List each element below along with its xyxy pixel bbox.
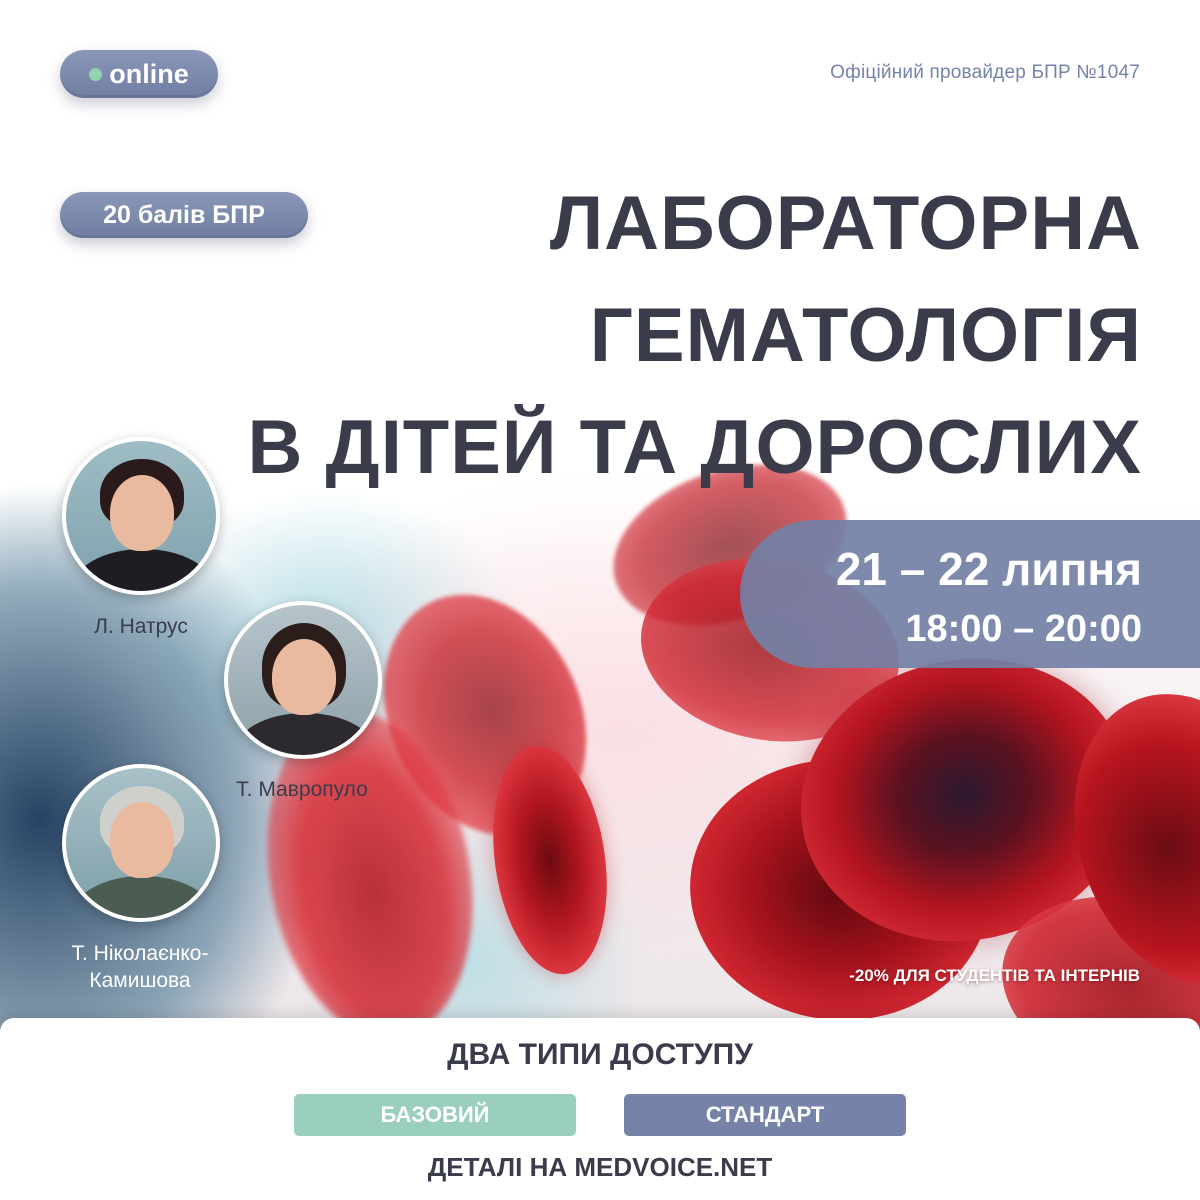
page-title: ЛАБОРАТОРНА ГЕМАТОЛОГІЯ В ДІТЕЙ ТА ДОРОС… <box>248 168 1142 504</box>
event-dates: 21 – 22 липня <box>835 543 1142 595</box>
title-line-1: ЛАБОРАТОРНА <box>549 181 1142 266</box>
speaker-avatar-3 <box>62 764 220 922</box>
points-badge-label: 20 балів БПР <box>103 200 265 229</box>
provider-text: Офіційний провайдер БПР №1047 <box>830 62 1140 83</box>
title-line-3: В ДІТЕЙ ТА ДОРОСЛИХ <box>247 405 1142 490</box>
speaker-name-3: Т. Ніколаєнко- Камишова <box>20 940 260 994</box>
title-line-2: ГЕМАТОЛОГІЯ <box>589 293 1142 378</box>
standard-access-button[interactable]: СТАНДАРТ <box>624 1094 906 1136</box>
standard-access-label: СТАНДАРТ <box>705 1102 825 1127</box>
schedule-block: 21 – 22 липня 18:00 – 20:00 <box>740 520 1200 668</box>
speaker-name-3-line-2: Камишова <box>89 969 191 992</box>
speaker-avatar-2 <box>224 601 382 759</box>
access-title: ДВА ТИПИ ДОСТУПУ <box>447 1038 753 1071</box>
discount-note: -20% ДЛЯ СТУДЕНТІВ ТА ІНТЕРНІВ <box>849 966 1140 985</box>
basic-access-button[interactable]: БАЗОВИЙ <box>294 1094 576 1136</box>
status-dot-icon <box>89 67 103 81</box>
online-badge-label: online <box>109 58 189 89</box>
speaker-avatar-1 <box>62 437 220 595</box>
speaker-name-3-line-1: Т. Ніколаєнко- <box>71 942 209 965</box>
speaker-name-2: Т. Мавропуло <box>236 778 368 801</box>
speaker-name-1: Л. Натрус <box>94 615 188 638</box>
event-time: 18:00 – 20:00 <box>905 608 1142 650</box>
online-badge: online <box>60 50 218 98</box>
details-link[interactable]: ДЕТАЛІ НА MEDVOICE.NET <box>0 1152 1200 1183</box>
event-banner: online 20 балів БПР Офіційний провайдер … <box>0 0 1200 1200</box>
basic-access-label: БАЗОВИЙ <box>380 1102 490 1127</box>
